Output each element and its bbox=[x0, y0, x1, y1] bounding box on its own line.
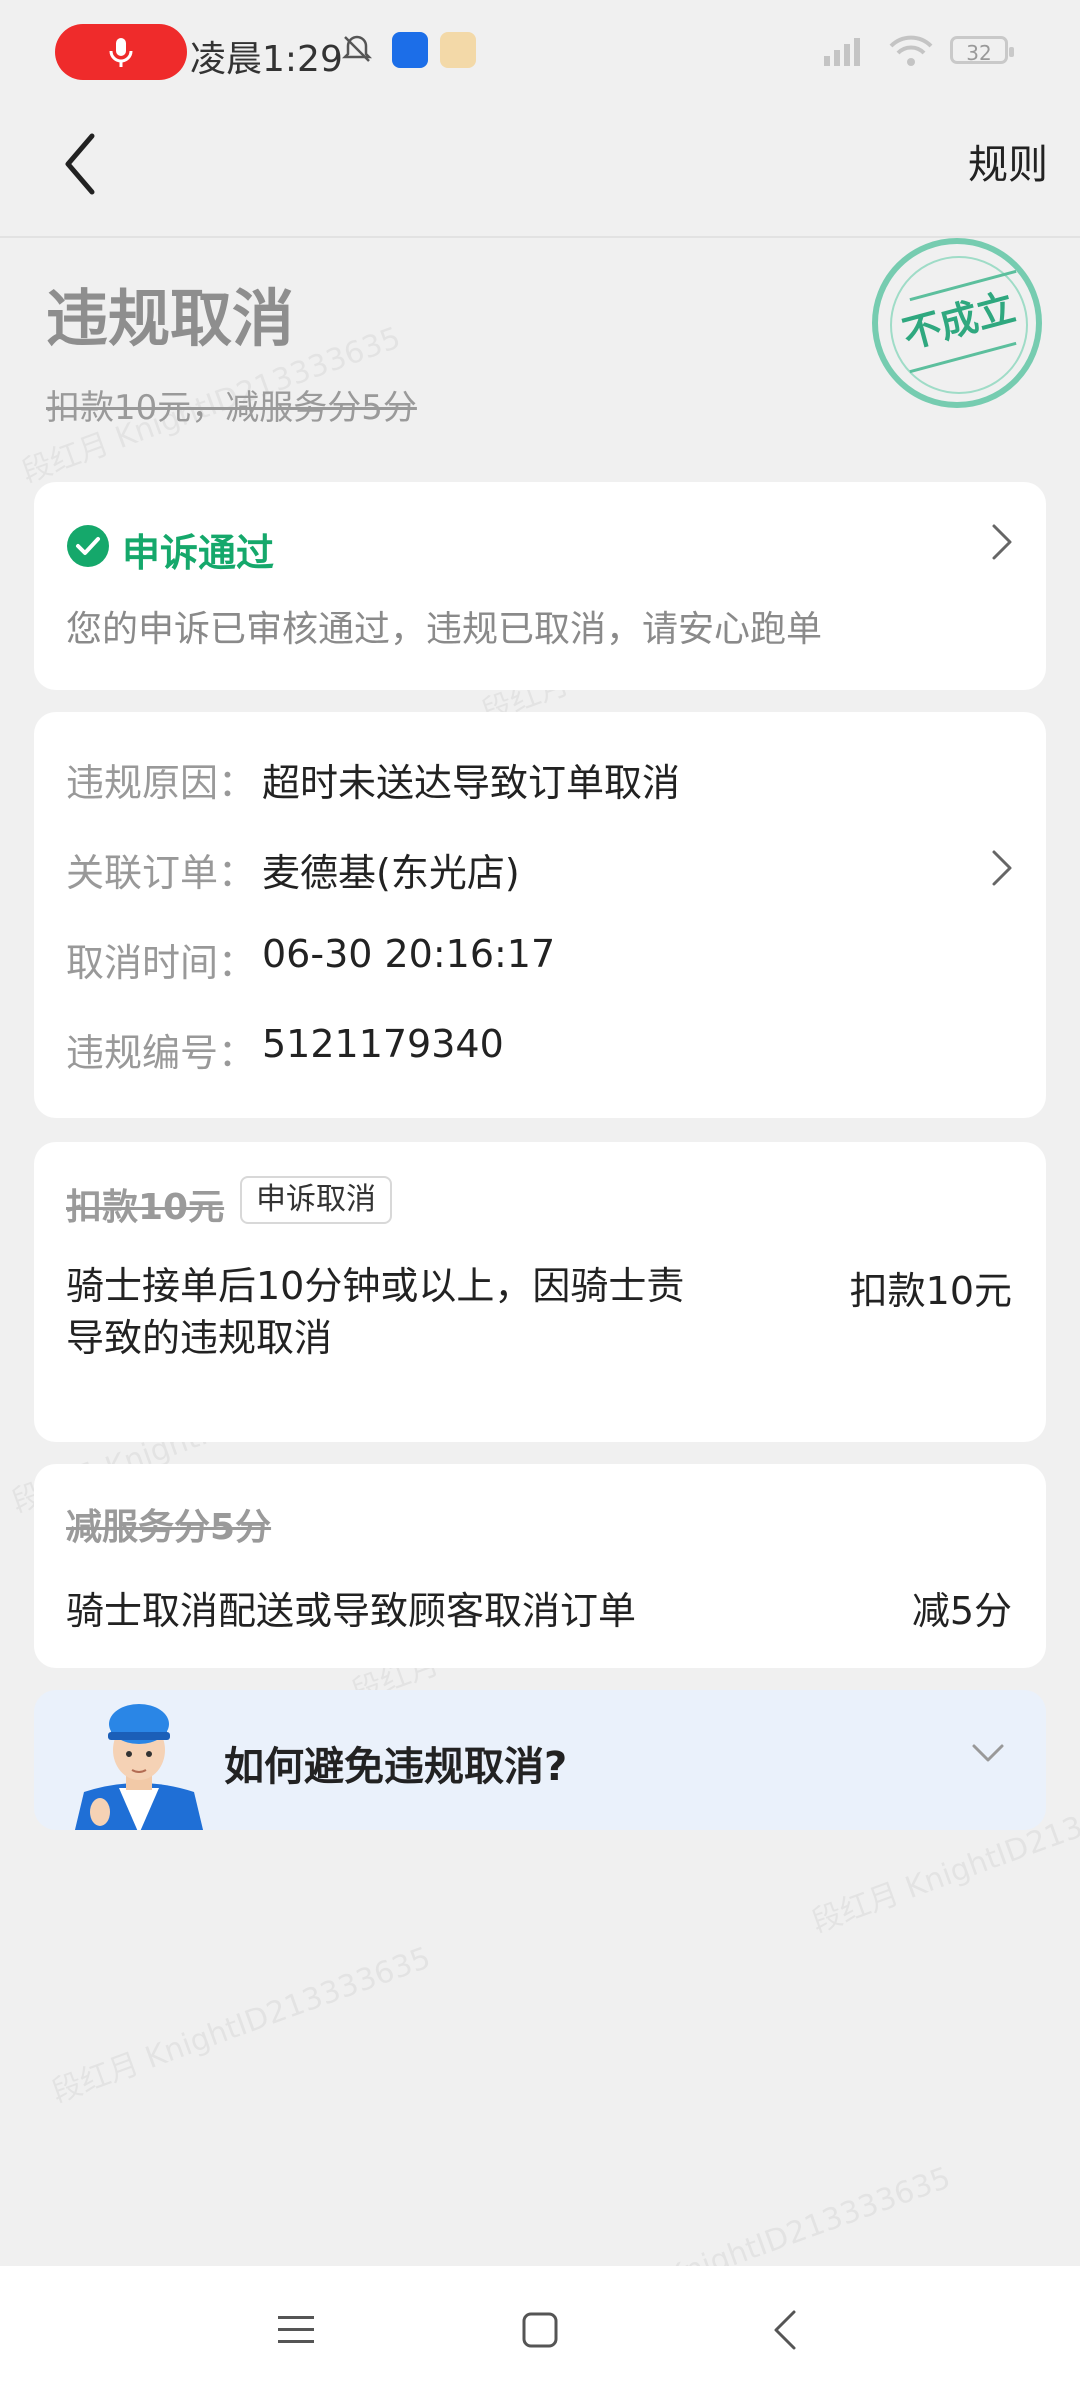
menu-icon[interactable] bbox=[276, 2312, 316, 2348]
check-circle-icon bbox=[67, 525, 109, 567]
page-title: 违规取消 bbox=[46, 282, 295, 355]
deduction-card: 扣款10元 申诉取消 骑士接单后10分钟或以上，因骑士责导致的违规取消 扣款10… bbox=[34, 1142, 1046, 1442]
tips-title: 如何避免违规取消? bbox=[224, 1744, 568, 1790]
mic-recording-indicator[interactable] bbox=[55, 24, 187, 80]
score-deduction-amount: 减5分 bbox=[911, 1589, 1012, 1633]
detail-label: 违规编号： bbox=[66, 1031, 257, 1075]
appeal-status-card[interactable]: 申诉通过 您的申诉已审核通过，违规已取消，请安心跑单 bbox=[34, 482, 1046, 690]
top-app-bar: 规则 bbox=[0, 100, 1080, 238]
appeal-cancelled-badge: 申诉取消 bbox=[240, 1176, 392, 1224]
deduction-rule-description: 骑士接单后10分钟或以上，因骑士责导致的违规取消 bbox=[66, 1264, 685, 1360]
detail-label: 取消时间： bbox=[66, 941, 257, 985]
nav-back-icon[interactable] bbox=[772, 2308, 798, 2352]
deduction-title: 扣款10元 bbox=[66, 1187, 225, 1228]
appeal-status-label: 申诉通过 bbox=[122, 531, 275, 575]
detail-value: 麦德基(东光店) bbox=[262, 851, 520, 895]
status-bar: 凌晨1:29 32 bbox=[0, 0, 1080, 100]
microphone-icon bbox=[109, 38, 133, 67]
detail-row-reason: 违规原因： 超时未送达导致订单取消 bbox=[66, 752, 1006, 812]
detail-value: 06-30 20:16:17 bbox=[262, 932, 556, 976]
detail-label: 违规原因： bbox=[66, 761, 257, 805]
watermark-text: 段红月 KnightID213333635 bbox=[47, 1940, 436, 2111]
detail-row-violation-id: 违规编号： 5121179340 bbox=[66, 1022, 1006, 1082]
back-arrow-icon[interactable] bbox=[60, 128, 100, 200]
avoid-violation-tips[interactable]: 如何避免违规取消? bbox=[34, 1690, 1046, 1830]
battery-indicator: 32 bbox=[950, 36, 1014, 65]
score-deduction-title: 减服务分5分 bbox=[66, 1507, 272, 1548]
system-navigation-bar bbox=[0, 2266, 1080, 2400]
chevron-right-icon[interactable] bbox=[990, 848, 1014, 888]
appeal-description: 您的申诉已审核通过，违规已取消，请安心跑单 bbox=[66, 609, 823, 650]
detail-value: 超时未送达导致订单取消 bbox=[262, 761, 681, 805]
signal-icon bbox=[824, 38, 860, 66]
home-icon[interactable] bbox=[520, 2310, 560, 2350]
rider-avatar-illustration bbox=[74, 1704, 204, 1830]
status-time: 凌晨1:29 bbox=[190, 39, 343, 80]
violation-details-card: 违规原因： 超时未送达导致订单取消 关联订单： 麦德基(东光店) 取消时间： 0… bbox=[34, 712, 1046, 1118]
service-score-card: 减服务分5分 骑士取消配送或导致顾客取消订单 减5分 bbox=[34, 1464, 1046, 1668]
detail-row-order[interactable]: 关联订单： 麦德基(东光店) bbox=[66, 842, 1006, 902]
alarm-off-icon bbox=[341, 35, 373, 62]
detail-value: 5121179340 bbox=[262, 1022, 504, 1066]
detail-label: 关联订单： bbox=[66, 851, 257, 895]
score-rule-description: 骑士取消配送或导致顾客取消订单 bbox=[66, 1589, 637, 1633]
detail-row-cancel-time: 取消时间： 06-30 20:16:17 bbox=[66, 932, 1006, 992]
deduction-amount: 扣款10元 bbox=[849, 1269, 1012, 1313]
penalty-summary: 扣款10元，减服务分5分 bbox=[46, 388, 417, 428]
rules-link[interactable]: 规则 bbox=[968, 132, 1048, 190]
app-notification-icon bbox=[440, 32, 476, 68]
wifi-icon bbox=[889, 35, 933, 66]
app-notification-icon bbox=[392, 32, 428, 68]
invalid-stamp: 不成立 bbox=[872, 238, 1042, 408]
chevron-down-icon[interactable] bbox=[970, 1742, 1006, 1764]
chevron-right-icon bbox=[992, 524, 1012, 560]
